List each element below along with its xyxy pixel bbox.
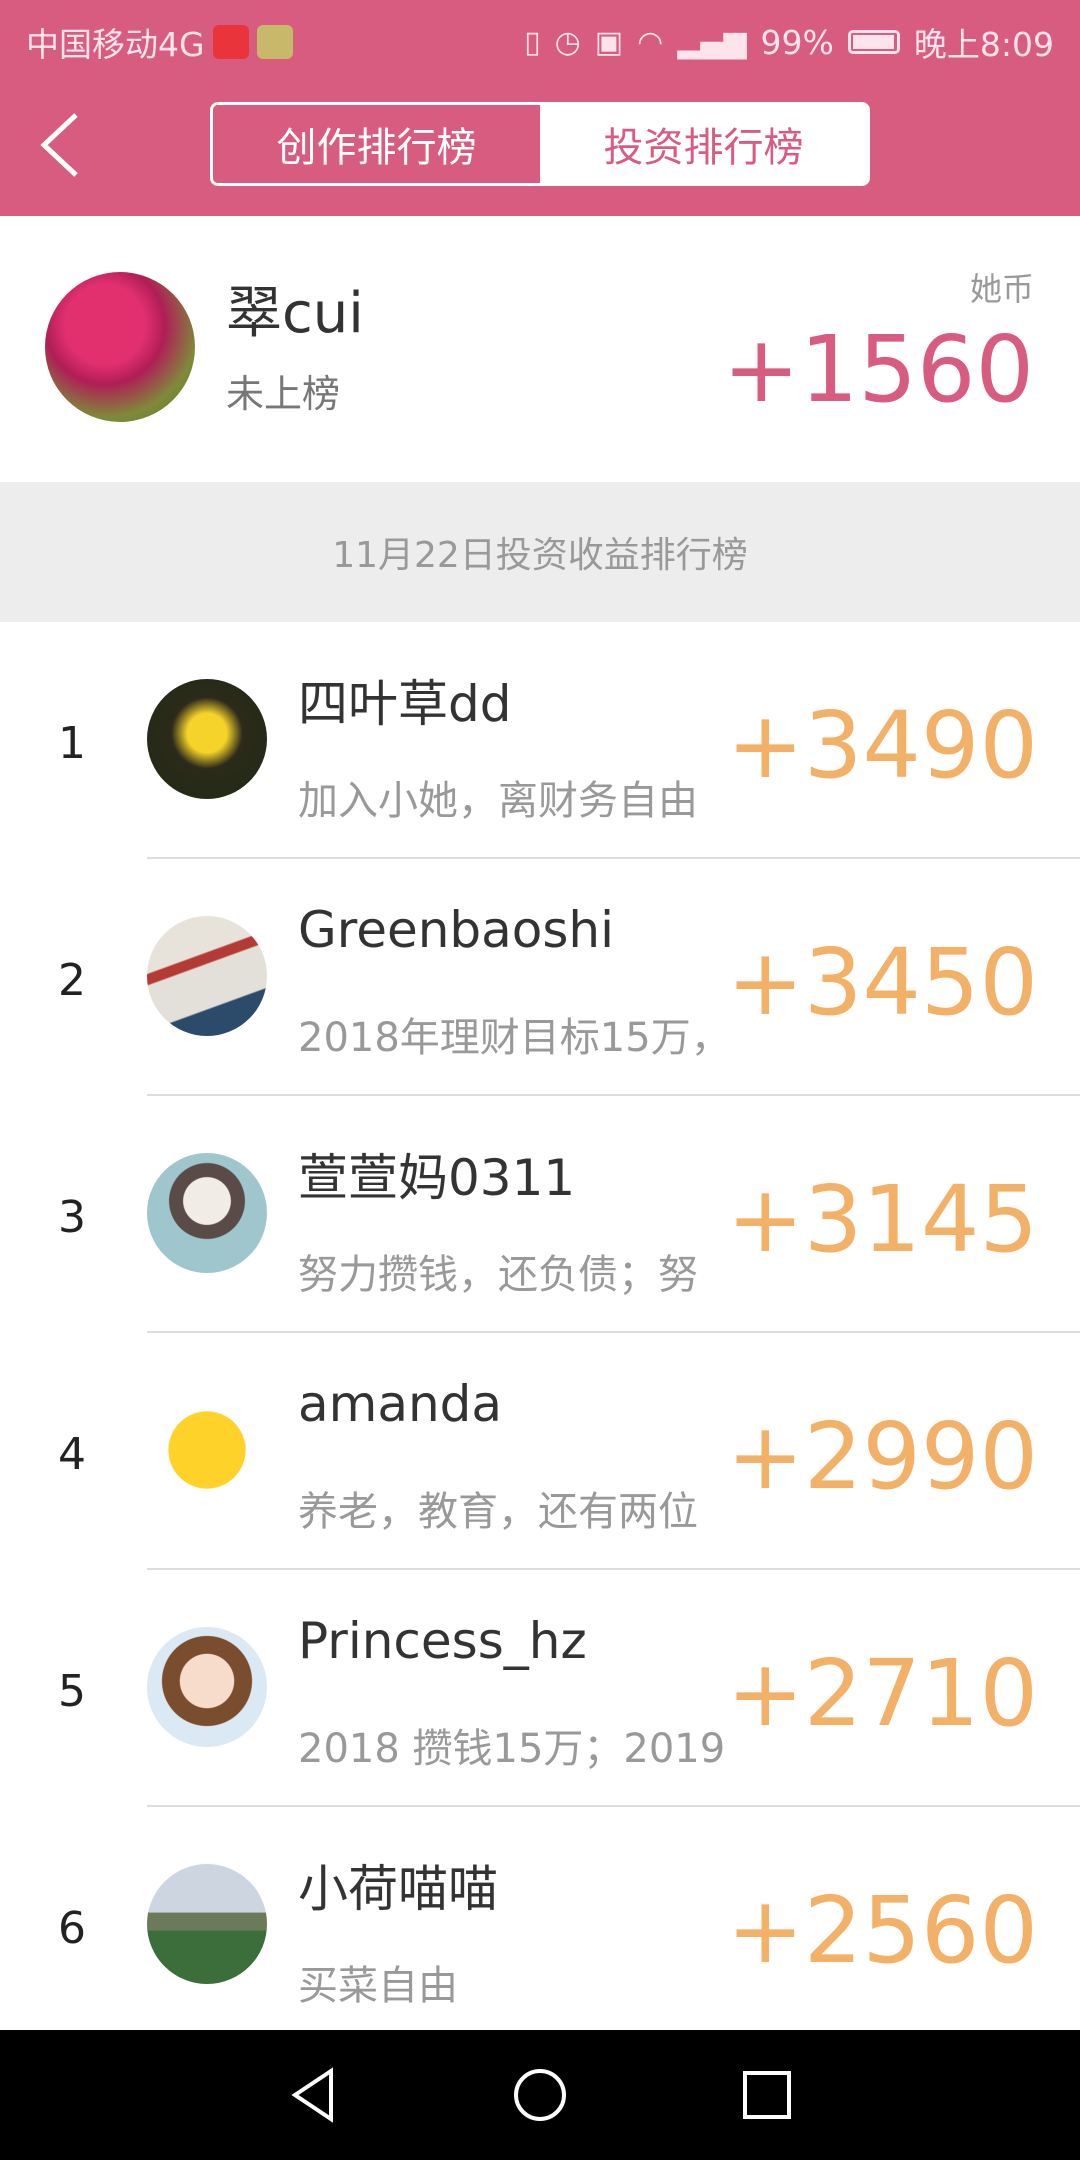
navigation-bar xyxy=(0,2030,1080,2160)
my-rank-status: 未上榜 xyxy=(226,372,341,416)
chevron-left-icon xyxy=(40,113,78,177)
rank-number: 4 xyxy=(58,1429,86,1480)
header: 创作排行榜 投资排行榜 xyxy=(0,75,1080,216)
avatar[interactable] xyxy=(45,272,195,422)
user-description: 买菜自由 xyxy=(298,1963,458,2009)
rank-number: 5 xyxy=(58,1666,86,1717)
coin-label: 她币 xyxy=(969,270,1034,308)
user-description: 2018 攒钱15万；2019 xyxy=(298,1726,726,1772)
alarm-icon: ◷ xyxy=(554,24,581,60)
rank-number: 6 xyxy=(58,1903,86,1954)
user-name: Greenbaoshi xyxy=(298,901,615,959)
list-item[interactable]: 3 萱萱妈0311 努力攒钱，还负债；努 +3145 xyxy=(0,1096,1080,1333)
hd-icon: ▣ xyxy=(594,24,624,60)
list-item[interactable]: 4 amanda 养老，教育，还有两位 +2990 xyxy=(0,1333,1080,1570)
ranking-tabs: 创作排行榜 投资排行榜 xyxy=(210,102,870,186)
user-name: Princess_hz xyxy=(298,1612,587,1670)
user-description: 加入小她，离财务自由 xyxy=(298,778,698,824)
user-score: +2990 xyxy=(726,1403,1038,1510)
rank-number: 1 xyxy=(58,718,86,769)
my-score: +1560 xyxy=(722,316,1034,423)
rank-number: 2 xyxy=(58,955,86,1006)
list-item[interactable]: 2 Greenbaoshi 2018年理财目标15万， +3450 xyxy=(0,859,1080,1096)
my-rank-card[interactable]: 翠cui 未上榜 她币 +1560 xyxy=(0,216,1080,482)
avatar[interactable] xyxy=(147,916,267,1036)
wifi-icon: ◠ xyxy=(637,24,664,60)
user-score: +3490 xyxy=(726,692,1038,799)
user-description: 养老，教育，还有两位 xyxy=(298,1489,698,1535)
list-item[interactable]: 5 Princess_hz 2018 攒钱15万；2019 +2710 xyxy=(0,1570,1080,1807)
triangle-back-icon xyxy=(291,2067,334,2123)
nav-back-button[interactable] xyxy=(273,2055,353,2135)
tab-investment-ranking[interactable]: 投资排行榜 xyxy=(540,105,867,183)
user-name: 萱萱妈0311 xyxy=(298,1149,576,1207)
nav-recents-button[interactable] xyxy=(727,2055,807,2135)
square-recents-icon xyxy=(742,2071,791,2119)
user-score: +3145 xyxy=(726,1166,1038,1273)
avatar[interactable] xyxy=(147,1864,267,1984)
user-description: 2018年理财目标15万， xyxy=(298,1015,731,1061)
news-app-icon xyxy=(212,25,249,59)
user-name: 小荷喵喵 xyxy=(298,1860,498,1918)
avatar[interactable] xyxy=(147,679,267,799)
battery-percent: 99% xyxy=(760,22,834,62)
my-name: 翠cui xyxy=(226,281,364,346)
clock: 晚上8:09 xyxy=(913,25,1054,64)
user-score: +3450 xyxy=(726,929,1038,1036)
user-description: 努力攒钱，还负债；努 xyxy=(298,1252,698,1298)
ranking-list: 1 四叶草dd 加入小她，离财务自由 +3490 2 Greenbaoshi 2… xyxy=(0,622,1080,2044)
nav-home-button[interactable] xyxy=(500,2055,580,2135)
user-score: +2710 xyxy=(726,1640,1038,1747)
list-item[interactable]: 1 四叶草dd 加入小她，离财务自由 +3490 xyxy=(0,622,1080,859)
status-bar: 中国移动4G ▯ ◷ ▣ ◠ ▂▄▆ 99% 晚上8:09 xyxy=(0,0,1080,75)
vibrate-icon: ▯ xyxy=(524,24,541,60)
list-item[interactable]: 6 小荷喵喵 买菜自由 +2560 xyxy=(0,1807,1080,2044)
back-button[interactable] xyxy=(30,105,100,185)
status-left: 中国移动4G xyxy=(26,18,293,66)
carrier-text: 中国移动4G xyxy=(26,25,205,64)
tab-creation-ranking[interactable]: 创作排行榜 xyxy=(213,105,540,183)
circle-home-icon xyxy=(513,2069,566,2121)
avatar[interactable] xyxy=(147,1390,267,1510)
avatar[interactable] xyxy=(147,1153,267,1273)
user-name: amanda xyxy=(298,1375,503,1433)
calendar-app-icon xyxy=(256,25,293,59)
user-name: 四叶草dd xyxy=(298,675,512,733)
rank-number: 3 xyxy=(58,1192,86,1243)
signal-icon: ▂▄▆ xyxy=(677,24,747,60)
section-title: 11月22日投资收益排行榜 xyxy=(0,482,1080,622)
battery-icon xyxy=(847,30,900,54)
user-score: +2560 xyxy=(726,1877,1038,1984)
avatar[interactable] xyxy=(147,1627,267,1747)
status-right: ▯ ◷ ▣ ◠ ▂▄▆ 99% 晚上8:09 xyxy=(524,18,1054,66)
